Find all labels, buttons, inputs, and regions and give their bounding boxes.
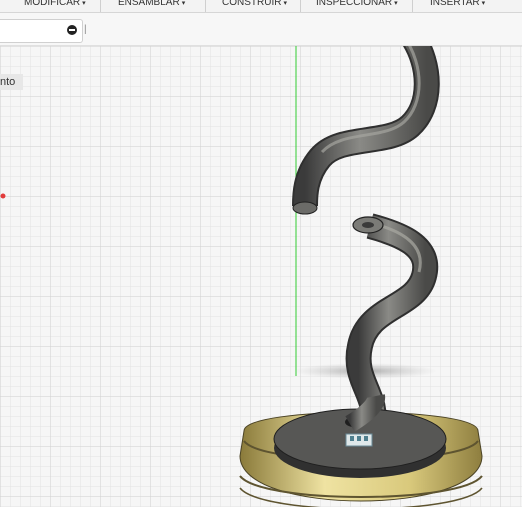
document-tab-strip: | xyxy=(0,13,522,46)
browser-node-text: nto xyxy=(0,76,16,88)
sketch-point-icon xyxy=(0,193,6,199)
minus-circle-icon[interactable] xyxy=(67,25,77,35)
toolbar-menu-bar: MODIFICAR ▾ ENSAMBLAR ▾ CONSTRUIR ▾ INSPECC… xyxy=(0,0,522,13)
browser-node-label[interactable]: nto xyxy=(0,74,24,90)
tab-divider: | xyxy=(84,24,87,35)
menu-inspeccionar[interactable]: INSPECCIONAR ▾ xyxy=(316,0,398,8)
document-tab[interactable] xyxy=(0,19,83,43)
menu-ensamblar[interactable]: ENSAMBLAR ▾ xyxy=(118,0,185,8)
menu-insertar[interactable]: INSERTAR ▾ xyxy=(430,0,485,8)
component-marker-icon[interactable] xyxy=(345,433,373,447)
menu-modificar[interactable]: MODIFICAR ▾ xyxy=(24,0,86,8)
menu-construir[interactable]: CONSTRUIR ▾ xyxy=(222,0,287,8)
canvas-viewport[interactable]: nto xyxy=(0,46,522,507)
model-canvas xyxy=(0,46,522,507)
